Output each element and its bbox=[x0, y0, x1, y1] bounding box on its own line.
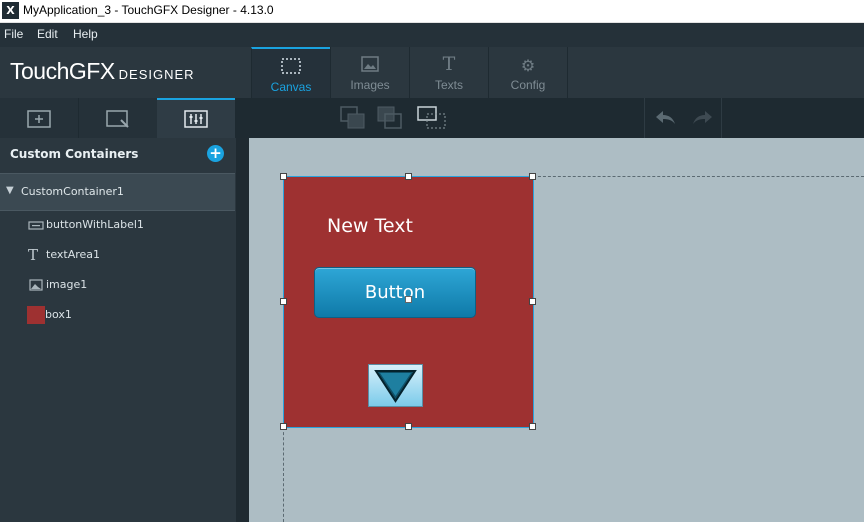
resize-handle-bottom[interactable] bbox=[405, 423, 412, 430]
tree-item-customcontainer1[interactable]: ▼ CustomContainer1 bbox=[0, 173, 235, 211]
config-gear-icon: ⚙ bbox=[520, 56, 536, 75]
canvas-text-area[interactable]: New Text bbox=[327, 215, 413, 237]
resize-handle-right[interactable] bbox=[529, 298, 536, 305]
tree-item-label: box1 bbox=[45, 308, 72, 321]
tab-config[interactable]: ⚙ Config bbox=[488, 47, 568, 98]
tree-item-image1[interactable]: image1 bbox=[28, 276, 228, 294]
canvas-button-label: Button bbox=[364, 282, 426, 303]
logo-main-text: TouchGFX bbox=[10, 58, 115, 84]
button-icon bbox=[28, 221, 44, 230]
bring-forward-icon bbox=[377, 106, 402, 129]
text-icon: T bbox=[28, 246, 39, 264]
tree-item-buttonwithlabel1[interactable]: buttonWithLabel1 bbox=[28, 216, 228, 234]
undo-button[interactable] bbox=[648, 104, 684, 132]
touchgfx-logo: TouchGFX DESIGNER bbox=[10, 58, 195, 88]
box-swatch-icon bbox=[27, 306, 45, 324]
bring-forward-button[interactable] bbox=[373, 104, 409, 132]
tab-config-label: Config bbox=[510, 78, 546, 92]
tree-item-label: CustomContainer1 bbox=[21, 185, 124, 198]
center-handle[interactable] bbox=[405, 296, 412, 303]
screen-select-icon bbox=[106, 110, 129, 128]
resize-handle-bottom-right[interactable] bbox=[529, 423, 536, 430]
resize-handle-top[interactable] bbox=[405, 173, 412, 180]
bring-to-front-icon bbox=[417, 106, 446, 129]
menu-file[interactable]: File bbox=[4, 27, 23, 41]
redo-button[interactable] bbox=[684, 104, 720, 132]
logo-sub-text: DESIGNER bbox=[118, 67, 195, 82]
send-backward-button[interactable] bbox=[336, 104, 372, 132]
tab-texts[interactable]: T Texts bbox=[409, 47, 488, 98]
screen-boundary-left bbox=[283, 427, 284, 522]
resize-handle-bottom-left[interactable] bbox=[280, 423, 287, 430]
resize-handle-top-left[interactable] bbox=[280, 173, 287, 180]
screen-boundary-top bbox=[533, 176, 864, 177]
tab-images[interactable]: Images bbox=[330, 47, 409, 98]
texts-icon: T bbox=[442, 53, 456, 75]
tab-canvas-label: Canvas bbox=[270, 80, 312, 94]
undo-icon bbox=[656, 111, 675, 124]
panel-tab-screen[interactable] bbox=[79, 98, 157, 138]
panel-tab-custom-containers[interactable] bbox=[157, 98, 235, 138]
toolbar-separator bbox=[721, 98, 722, 138]
resize-handle-top-right[interactable] bbox=[529, 173, 536, 180]
add-widget-icon bbox=[27, 110, 51, 128]
app-icon: X bbox=[2, 2, 19, 19]
toolbar-separator bbox=[644, 98, 645, 138]
tree-item-box1[interactable]: box1 bbox=[27, 306, 227, 324]
menu-help[interactable]: Help bbox=[73, 27, 98, 41]
custom-container-icon bbox=[184, 110, 208, 128]
window-title: MyApplication_3 - TouchGFX Designer - 4.… bbox=[23, 3, 274, 17]
menu-bar: File Edit Help bbox=[0, 23, 864, 47]
tab-images-label: Images bbox=[350, 78, 390, 92]
images-icon bbox=[331, 56, 409, 76]
menu-edit[interactable]: Edit bbox=[37, 27, 58, 41]
tab-canvas[interactable]: Canvas bbox=[251, 47, 330, 98]
tree-item-label: buttonWithLabel1 bbox=[46, 218, 144, 231]
panel-tab-add-widget[interactable] bbox=[0, 98, 78, 138]
plus-icon: + bbox=[209, 144, 222, 162]
triangle-down-icon bbox=[374, 370, 417, 403]
chevron-down-icon[interactable]: ▼ bbox=[6, 185, 14, 196]
redo-icon bbox=[693, 111, 712, 124]
canvas-button-with-label[interactable]: Button bbox=[314, 267, 476, 318]
tree-item-label: textArea1 bbox=[46, 248, 101, 261]
add-custom-container-button[interactable]: + bbox=[207, 145, 224, 162]
tree-item-label: image1 bbox=[46, 278, 88, 291]
resize-handle-left[interactable] bbox=[280, 298, 287, 305]
window-title-bar: X MyApplication_3 - TouchGFX Designer - … bbox=[0, 0, 864, 23]
image-icon bbox=[29, 279, 43, 291]
canvas-image[interactable] bbox=[368, 364, 423, 407]
canvas-icon bbox=[252, 58, 330, 78]
tree-item-textarea1[interactable]: T textArea1 bbox=[28, 246, 228, 264]
panel-splitter[interactable] bbox=[236, 138, 249, 522]
tab-texts-label: Texts bbox=[434, 78, 463, 92]
send-backward-icon bbox=[340, 106, 365, 129]
bring-to-front-button[interactable] bbox=[414, 104, 450, 132]
panel-title: Custom Containers bbox=[10, 147, 139, 161]
